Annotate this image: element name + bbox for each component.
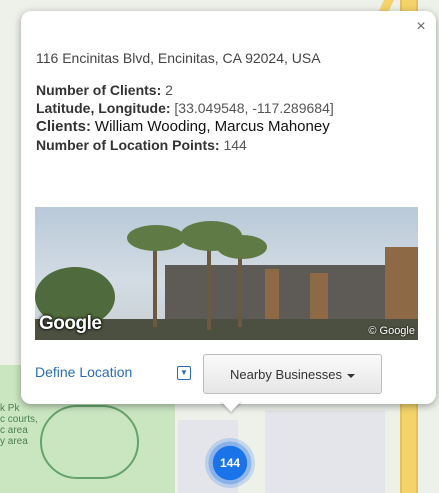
palm-crown — [127, 225, 185, 251]
storefront-pillar — [310, 273, 328, 325]
location-details: Number of Clients: 2 Latitude, Longitude… — [36, 81, 334, 154]
field-label: Clients: — [36, 118, 92, 135]
street-view-image[interactable]: Google © Google — [35, 207, 418, 340]
copyright-text: © Google — [368, 325, 415, 337]
field-value: 2 — [165, 82, 173, 98]
park-trail — [40, 405, 139, 479]
palm-trunk — [238, 247, 242, 327]
caret-down-icon — [347, 373, 355, 378]
location-info-popup: × 116 Encinitas Blvd, Encinitas, CA 9202… — [21, 11, 436, 404]
field-label: Number of Clients: — [36, 82, 162, 98]
location-points-row: Number of Location Points: 144 — [36, 136, 334, 154]
field-value: 144 — [223, 137, 247, 153]
field-value: William Wooding, Marcus Mahoney — [94, 118, 330, 135]
field-label: Latitude, Longitude: — [36, 100, 171, 116]
cluster-count[interactable]: 144 — [205, 438, 255, 488]
nearby-businesses-button[interactable]: Nearby Businesses — [203, 354, 382, 394]
close-icon[interactable]: × — [413, 19, 429, 35]
clients-row: Clients: William Wooding, Marcus Mahoney — [36, 117, 334, 136]
park-label: k Pk c courts, c area y area — [0, 403, 38, 447]
nearby-businesses-label: Nearby Businesses — [230, 367, 342, 382]
field-value: [33.049548, -117.289684] — [174, 100, 334, 116]
storefront-pillar — [385, 247, 418, 327]
google-logo: Google — [39, 313, 102, 334]
address-text: 116 Encinitas Blvd, Encinitas, CA 92024,… — [36, 50, 321, 66]
define-location-link[interactable]: Define Location — [35, 364, 132, 380]
field-label: Number of Location Points: — [36, 137, 220, 153]
storefront-pillar — [265, 269, 279, 324]
popup-pointer — [220, 400, 242, 412]
lat-long-row: Latitude, Longitude: [33.049548, -117.28… — [36, 99, 334, 117]
clients-count-row: Number of Clients: 2 — [36, 81, 334, 99]
parking-lot — [265, 410, 385, 493]
chevron-down-icon[interactable]: ▼ — [177, 366, 191, 380]
palm-crown — [217, 235, 267, 259]
